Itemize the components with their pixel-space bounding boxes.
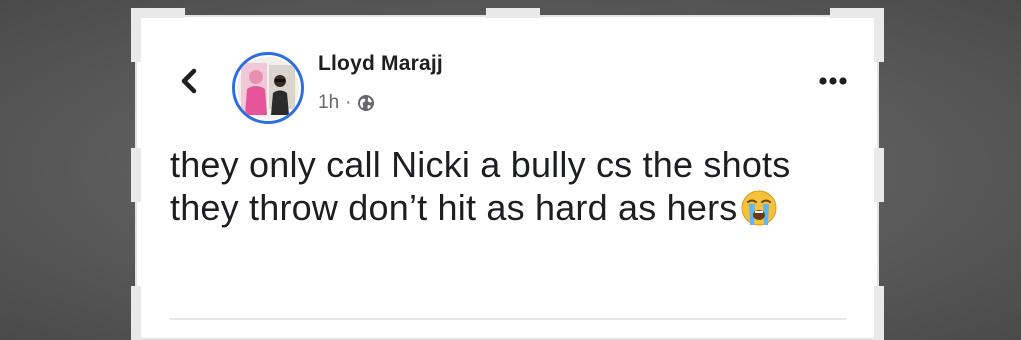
- avatar[interactable]: [232, 52, 304, 124]
- crop-handle-top-right[interactable]: [874, 8, 884, 62]
- more-options-icon[interactable]: [818, 74, 848, 86]
- post-meta: 1h ·: [318, 92, 375, 114]
- crop-handle-bottom-left[interactable]: [131, 286, 141, 340]
- back-chevron-icon[interactable]: [175, 66, 205, 96]
- post-text: they only call Nicki a bully cs the shot…: [170, 144, 791, 228]
- author-name[interactable]: Lloyd Marajj: [318, 52, 443, 76]
- crop-handle-right-middle[interactable]: [874, 148, 884, 202]
- crop-handle-top-center[interactable]: [486, 8, 540, 18]
- divider: [170, 318, 846, 320]
- globe-icon: [357, 94, 375, 112]
- crop-handle-bottom-right[interactable]: [874, 286, 884, 340]
- loudly-crying-face-icon: [740, 189, 778, 227]
- meta-separator: ·: [345, 92, 352, 113]
- post-time[interactable]: 1h: [318, 92, 339, 114]
- post-body: they only call Nicki a bully cs the shot…: [170, 143, 850, 229]
- crop-handle-top-left[interactable]: [131, 8, 141, 62]
- crop-handle-left-middle[interactable]: [131, 148, 141, 202]
